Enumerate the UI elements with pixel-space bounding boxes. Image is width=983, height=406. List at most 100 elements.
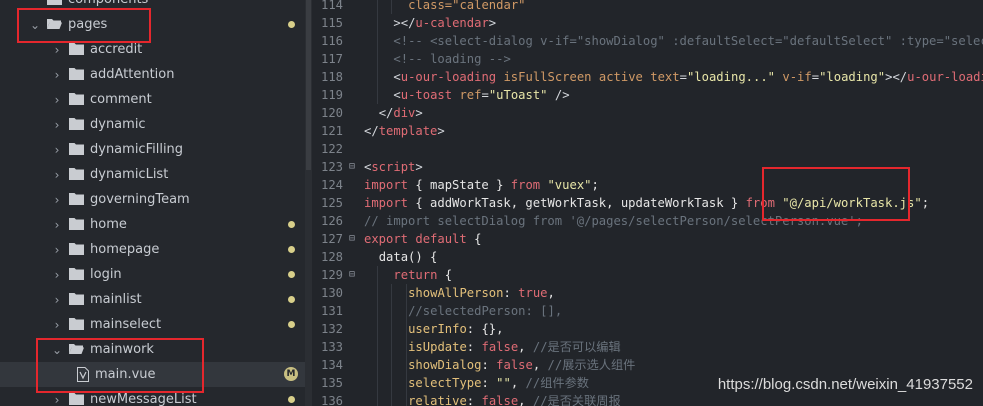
line-number: 131 [320,304,343,318]
code-line-117[interactable]: 117 <!-- loading --> [312,50,983,68]
tree-item-governingteam[interactable]: › governingTeam [0,187,306,212]
code-line-118[interactable]: 118 <u-our-loading isFullScreen active te… [312,68,983,86]
chevron-right-icon[interactable]: › [51,312,63,337]
code-token: text [650,70,680,84]
code-token: //selectedPerson: [], [408,304,563,318]
code-text: data() { [364,248,438,266]
scrollbar-thumb[interactable] [306,0,311,170]
tree-item-label: mainlist [90,292,142,307]
code-line-122[interactable]: 122 [312,140,983,158]
chevron-right-icon[interactable]: › [51,237,63,262]
chevron-right-icon[interactable]: › [51,112,63,137]
chevron-right-icon[interactable]: › [51,287,63,312]
code-line-136[interactable]: 136 relative: false, //是否关联周报 [312,392,983,406]
tree-item-dynamic[interactable]: › dynamic [0,112,306,137]
code-line-120[interactable]: 120 </div> [312,104,983,122]
fold-toggle-icon[interactable]: ⊟ [349,158,359,176]
code-token: ></ [393,16,416,30]
line-number: 117 [320,52,343,66]
code-text: return { [364,266,452,284]
chevron-right-icon[interactable]: › [51,87,63,112]
chevron-right-icon[interactable]: › [51,262,63,287]
code-token: /> [547,88,570,102]
code-token: //组件参数 [525,376,589,390]
tree-item-label: login [90,267,122,282]
line-number: 125 [320,196,343,210]
chevron-right-icon[interactable]: › [51,187,63,212]
modified-dot-icon [288,271,295,278]
line-number: 114 [320,0,343,12]
tree-item-dynamicfilling[interactable]: › dynamicFilling [0,137,306,162]
line-number: 116 [320,34,343,48]
fold-toggle-icon[interactable]: ⊟ [349,230,359,248]
code-text: <u-toast ref="uToast" /> [364,86,570,104]
fold-toggle-icon[interactable]: ⊟ [349,266,359,284]
code-token: false [481,394,519,406]
code-line-115[interactable]: 115 ></u-calendar> [312,14,983,32]
tree-item-label: dynamicList [90,167,169,182]
chevron-right-icon[interactable]: › [51,212,63,237]
modified-dot-icon [288,396,295,403]
tree-item-dynamiclist[interactable]: › dynamicList [0,162,306,187]
code-token: userInfo [408,322,467,336]
code-token: ref [459,88,482,102]
code-token: = [679,70,687,84]
folder-icon [69,393,84,405]
folder-icon [69,168,84,180]
code-token: = [481,88,489,102]
code-token: active [598,70,643,84]
code-token: import [364,178,409,192]
code-line-127[interactable]: 127 ⊟ export default { [312,230,983,248]
code-token: > [415,160,423,174]
tree-item-label: home [90,217,127,232]
code-line-121[interactable]: 121 </template> [312,122,983,140]
code-token: isUpdate [408,340,467,354]
chevron-right-icon[interactable]: › [51,162,63,187]
line-number: 133 [320,340,343,354]
folder-icon [69,268,84,280]
code-text: class="calendar" [364,0,525,14]
code-token: showDialog [408,358,482,372]
code-line-114[interactable]: 114 class="calendar" [312,0,983,14]
tree-item-home[interactable]: › home [0,212,306,237]
modified-dot-icon [288,321,295,328]
chevron-right-icon[interactable]: › [51,137,63,162]
code-line-129[interactable]: 129 ⊟ return { [312,266,983,284]
folder-icon [69,243,84,255]
tree-item-addattention[interactable]: › addAttention [0,62,306,87]
code-text: </div> [364,104,423,122]
code-line-132[interactable]: 132 userInfo: {}, [312,320,983,338]
tree-item-mainlist[interactable]: › mainlist [0,287,306,312]
code-line-133[interactable]: 133 isUpdate: false, //是否可以编辑 [312,338,983,356]
code-line-119[interactable]: 119 <u-toast ref="uToast" /> [312,86,983,104]
code-line-130[interactable]: 130 showAllPerson: true, [312,284,983,302]
code-token: "" [496,376,511,390]
code-token: > [415,106,423,120]
tree-item-mainselect[interactable]: › mainselect [0,312,306,337]
code-line-131[interactable]: 131 //selectedPerson: [], [312,302,983,320]
line-number: 118 [320,70,343,84]
modified-dot-icon [288,21,295,28]
sidebar-scrollbar[interactable] [305,0,312,406]
tree-item-comment[interactable]: › comment [0,87,306,112]
tree-item-label: homepage [90,242,160,257]
code-token: v-if [782,70,812,84]
code-token: ; [921,196,930,210]
code-token: return [393,268,438,282]
line-number: 120 [320,106,343,120]
tree-item-login[interactable]: › login [0,262,306,287]
modified-badge: M [284,367,298,381]
code-line-134[interactable]: 134 showDialog: false, //展示选人组件 [312,356,983,374]
code-line-128[interactable]: 128 data() { [312,248,983,266]
modified-dot-icon [288,246,295,253]
tree-item-homepage[interactable]: › homepage [0,237,306,262]
code-token: u-calendar [415,16,489,30]
code-line-116[interactable]: 116 <!-- <select-dialog v-if="showDialog"… [312,32,983,50]
code-token: { addWorkTask, getWorkTask, updateWorkTa… [408,196,746,210]
code-token: { [437,268,453,282]
chevron-right-icon[interactable]: › [51,62,63,87]
code-token: { [466,232,482,246]
code-token: false [481,340,519,354]
code-token: script [371,160,416,174]
